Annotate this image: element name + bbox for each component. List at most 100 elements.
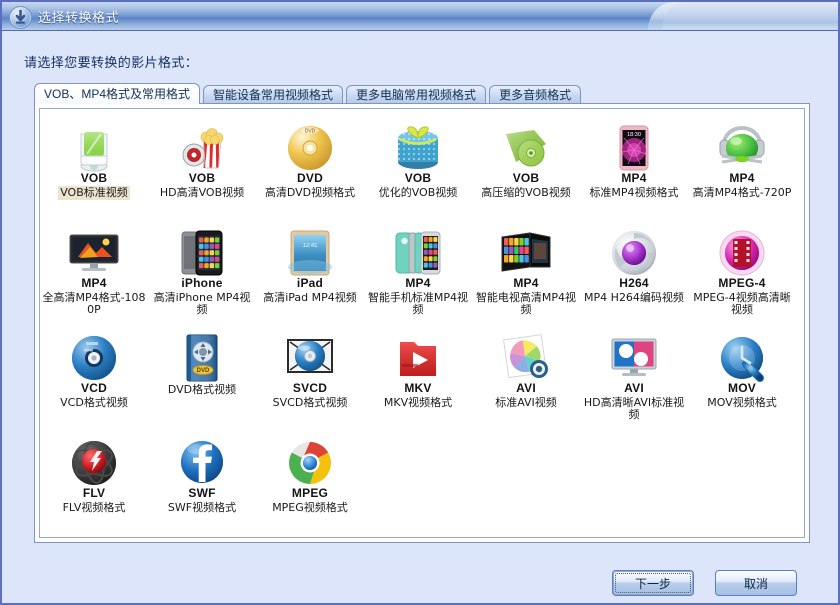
format-item[interactable]: SWF SWF视频格式 (148, 428, 256, 527)
format-panel-inner: VOB VOB标准视频 VOB HD高清VOB视频 DVD DVD 高清DVD视频格式 VOB… (39, 108, 805, 538)
tab-3[interactable]: 更多音频格式 (489, 85, 582, 104)
blue-f-sphere-icon (176, 432, 228, 489)
format-panel: VOB VOB标准视频 VOB HD高清VOB视频 DVD DVD 高清DVD视频格式 VOB… (34, 103, 810, 543)
popcorn-disc-icon (176, 117, 228, 174)
tab-strip: VOB、MP4格式及常用格式 智能设备常用视频格式 更多电脑常用视频格式 更多音频格式 (34, 83, 584, 104)
format-item[interactable]: MPEG-4 MPEG-4视频高清晰视频 (688, 218, 796, 317)
green-headphone-icon (716, 117, 768, 174)
format-item[interactable]: MP4 全高清MP4格式-1080P (40, 218, 148, 317)
quicktime-q-icon (716, 327, 768, 384)
red-play-folder-icon (392, 327, 444, 384)
tab-2[interactable]: 更多电脑常用视频格式 (346, 85, 487, 104)
format-name: MOV (728, 381, 756, 395)
format-item[interactable]: 18:30 MP4 标准MP4视频格式 (580, 113, 688, 212)
format-description: FLV视频格式 (62, 501, 126, 514)
format-name: AVI (516, 381, 536, 395)
svcd-disc-case-icon (284, 327, 336, 384)
svg-text:12:41: 12:41 (302, 243, 318, 249)
format-description: 标准MP4视频格式 (589, 186, 679, 199)
format-description: MPEG-4视频高清晰视频 (693, 291, 791, 316)
iphone-icon (176, 222, 228, 279)
blue-gift-box-icon (392, 117, 444, 174)
format-description: SWF视频格式 (167, 501, 237, 514)
format-description: 高清iPhone MP4视频 (153, 291, 251, 316)
format-item[interactable]: MP4 高清MP4格式-720P (688, 113, 796, 212)
pink-tablet-icon: 18:30 (608, 117, 660, 174)
format-name: MPEG-4 (718, 276, 766, 290)
format-item[interactable]: iPhone 高清iPhone MP4视频 (148, 218, 256, 317)
format-name: SWF (188, 486, 216, 500)
tab-0[interactable]: VOB、MP4格式及常用格式 (34, 83, 201, 104)
format-name: DVD (297, 171, 323, 185)
format-name: MP4 (81, 276, 107, 290)
format-description: 高清MP4格式-720P (692, 186, 792, 199)
format-item[interactable]: DVD DVD格式视频 (148, 323, 256, 422)
format-item[interactable]: VOB HD高清VOB视频 (148, 113, 256, 212)
format-name: MP4 (405, 276, 431, 290)
format-item[interactable]: MP4 智能电视高清MP4视频 (472, 218, 580, 317)
svg-text:DVD: DVD (305, 129, 316, 135)
green-folder-disc-icon (500, 117, 552, 174)
magenta-filmstrip-icon (716, 222, 768, 279)
widescreen-monitor-icon (68, 222, 120, 279)
format-item[interactable]: VOB 高压缩的VOB视频 (472, 113, 580, 212)
drive-green-icon (68, 117, 120, 174)
format-item[interactable]: H264 MP4 H264编码视频 (580, 218, 688, 317)
format-description: 优化的VOB视频 (378, 186, 458, 199)
format-item[interactable]: VOB 优化的VOB视频 (364, 113, 472, 212)
format-grid: VOB VOB标准视频 VOB HD高清VOB视频 DVD DVD 高清DVD视频格式 VOB… (40, 113, 804, 533)
format-name: AVI (624, 381, 644, 395)
format-item[interactable]: MKV MKV视频格式 (364, 323, 472, 422)
format-item[interactable]: AVI 标准AVI视频 (472, 323, 580, 422)
format-description: 全高清MP4格式-1080P (42, 291, 146, 316)
format-name: VCD (81, 381, 107, 395)
next-button[interactable]: 下一步 (612, 570, 694, 596)
format-name: MKV (404, 381, 432, 395)
format-item[interactable]: AVI HD高清晰AVI标准视频 (580, 323, 688, 422)
focus-ring (615, 573, 691, 593)
purple-orb-icon (608, 222, 660, 279)
format-name: MP4 (729, 171, 755, 185)
dialog-body: 请选择您要转换的影片格式： VOB、MP4格式及常用格式 智能设备常用视频格式 更多… (2, 31, 838, 603)
format-description: MKV视频格式 (383, 396, 453, 409)
photo-pinwheel-icon (500, 327, 552, 384)
format-description: 高压缩的VOB视频 (481, 186, 571, 199)
format-name: FLV (82, 486, 106, 500)
title-bar-swoosh-inner (662, 2, 838, 29)
format-item[interactable]: DVD DVD 高清DVD视频格式 (256, 113, 364, 212)
cancel-button[interactable]: 取消 (715, 570, 797, 596)
format-name: SVCD (292, 381, 328, 395)
format-item[interactable]: MP4 智能手机标准MP4视频 (364, 218, 472, 317)
tab-1[interactable]: 智能设备常用视频格式 (203, 85, 344, 104)
format-item[interactable]: VOB VOB标准视频 (40, 113, 148, 212)
smart-tv-icon (500, 222, 552, 279)
format-name: H264 (619, 276, 649, 290)
chrome-sphere-icon (284, 432, 336, 489)
format-description: DVD格式视频 (167, 383, 237, 396)
format-description: 智能电视高清MP4视频 (475, 291, 577, 316)
prompt-label: 请选择您要转换的影片格式： (24, 55, 199, 70)
format-description: 高清iPad MP4视频 (263, 291, 357, 304)
title-bar: 选择转换格式 (2, 2, 838, 31)
ipad-icon: 12:41 (284, 222, 336, 279)
format-name: MP4 (513, 276, 539, 290)
format-item[interactable]: MPEG MPEG视频格式 (256, 428, 364, 527)
blue-cd-icon (68, 327, 120, 384)
format-description: HD高清VOB视频 (159, 186, 245, 199)
format-item[interactable]: VCD VCD格式视频 (40, 323, 148, 422)
format-name: iPad (296, 276, 324, 290)
svg-text:18:30: 18:30 (627, 132, 641, 138)
format-name: VOB (80, 171, 108, 185)
monitor-shapes-icon (608, 327, 660, 384)
format-description: 标准AVI视频 (495, 396, 557, 409)
format-item[interactable]: MOV MOV视频格式 (688, 323, 796, 422)
download-circle-icon (9, 6, 32, 29)
format-description: VCD格式视频 (60, 396, 128, 409)
format-item[interactable]: SVCD SVCD格式视频 (256, 323, 364, 422)
format-name: MPEG (291, 486, 329, 500)
format-description: MOV视频格式 (707, 396, 777, 409)
format-item[interactable]: 12:41 iPad 高清iPad MP4视频 (256, 218, 364, 317)
dvd-case-icon: DVD (176, 327, 228, 384)
format-item[interactable]: FLV FLV视频格式 (40, 428, 148, 527)
format-name: VOB (512, 171, 540, 185)
